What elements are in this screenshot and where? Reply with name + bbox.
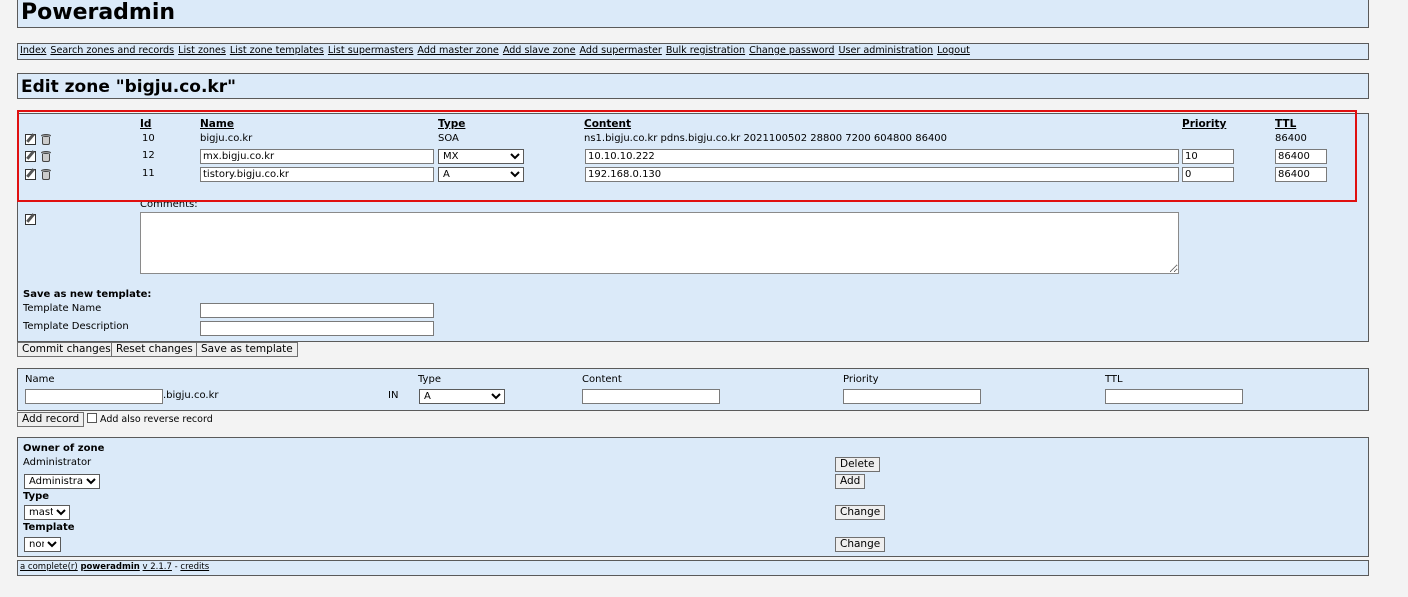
reset-changes-button[interactable]: Reset changes [111,342,198,357]
menu-add-master-zone[interactable]: Add master zone [417,45,498,56]
record-content: ns1.bigju.co.kr pdns.bigju.co.kr 2021100… [584,133,948,144]
template-name-input[interactable] [200,303,434,318]
add-priority-label: Priority [843,374,879,385]
menu-change-password[interactable]: Change password [749,45,834,56]
reverse-record-label: Add also reverse record [100,414,213,425]
owner-heading: Owner of zone [23,443,105,454]
comments-label: Comments: [140,199,198,210]
record-id: 11 [142,168,155,179]
zone-template-select[interactable]: none [24,537,61,552]
record-ttl-input[interactable] [1275,149,1327,164]
comments-textarea[interactable] [140,212,1179,274]
template-name-label: Template Name [23,303,102,314]
add-name-label: Name [25,374,55,385]
record-priority-input[interactable] [1182,149,1234,164]
add-ttl-input[interactable] [1105,389,1243,404]
menu-bulk-registration[interactable]: Bulk registration [666,45,745,56]
add-content-input[interactable] [582,389,720,404]
col-header-priority[interactable]: Priority [1182,118,1226,130]
record-class: IN [388,390,399,401]
footer-separator: - [174,562,178,572]
zone-title: Edit zone "bigju.co.kr" [21,77,236,97]
col-header-name[interactable]: Name [200,118,234,130]
menu-list-supermasters[interactable]: List supermasters [328,45,414,56]
type-heading: Type [23,491,50,502]
record-ttl: 86400 [1275,133,1307,144]
reverse-record-checkbox[interactable] [87,413,97,423]
add-name-input[interactable] [25,389,163,404]
record-name-input[interactable] [200,149,434,164]
zone-type-select[interactable]: master [24,505,70,520]
owner-select[interactable]: Administrator [24,474,100,489]
menu-index[interactable]: Index [20,45,46,56]
delete-owner-button[interactable]: Delete [835,457,880,472]
menu-add-slave-zone[interactable]: Add slave zone [503,45,576,56]
save-template-heading: Save as new template: [23,289,152,300]
col-header-ttl[interactable]: TTL [1275,118,1296,130]
add-owner-button[interactable]: Add [835,474,866,489]
record-id: 12 [142,150,155,161]
record-content-input[interactable] [585,149,1179,164]
header-panel: Poweradmin [17,0,1369,28]
change-type-button[interactable]: Change [835,505,886,520]
change-template-button[interactable]: Change [835,537,886,552]
add-record-panel: Name Type Content Priority TTL .bigju.co… [17,368,1369,411]
template-heading: Template [23,522,75,533]
footer-version[interactable]: v 2.1.7 [143,562,172,572]
add-type-select[interactable]: A [419,389,505,404]
record-ttl-input[interactable] [1275,167,1327,182]
col-header-id[interactable]: Id [140,118,151,130]
commit-changes-button[interactable]: Commit changes [17,342,116,357]
footer-complete-link[interactable]: a complete(r) [20,562,78,572]
menu-add-supermaster[interactable]: Add supermaster [580,45,662,56]
record-type-select[interactable]: A [438,167,524,182]
menu-logout[interactable]: Logout [937,45,970,56]
menu-list-zones[interactable]: List zones [178,45,226,56]
delete-record-icon[interactable] [41,151,51,162]
app-title: Poweradmin [21,0,176,25]
zone-suffix: .bigju.co.kr [163,390,219,401]
add-content-label: Content [582,374,622,385]
col-header-content[interactable]: Content [584,118,631,130]
menu-user-administration[interactable]: User administration [838,45,933,56]
edit-record-icon[interactable] [25,151,36,162]
add-priority-input[interactable] [843,389,981,404]
delete-record-icon[interactable] [41,169,51,180]
edit-record-icon[interactable] [25,134,36,145]
records-panel: Id Name Type Content Priority TTL 10 big… [17,113,1369,342]
record-name: bigju.co.kr [200,133,253,144]
footer-panel: a complete(r) poweradmin v 2.1.7 - credi… [17,560,1369,576]
edit-comment-icon[interactable] [25,214,36,225]
footer-credits-link[interactable]: credits [180,562,209,572]
save-as-template-button[interactable]: Save as template [196,342,298,357]
edit-record-icon[interactable] [25,169,36,180]
owner-name: Administrator [23,457,92,468]
template-description-input[interactable] [200,321,434,336]
template-description-label: Template Description [23,321,129,332]
delete-record-icon[interactable] [41,134,51,145]
main-menu: Index Search zones and records List zones L… [17,43,1369,60]
record-id: 10 [142,133,155,144]
zone-header-panel: Edit zone "bigju.co.kr" [17,73,1369,99]
record-priority-input[interactable] [1182,167,1234,182]
add-record-button[interactable]: Add record [17,412,85,427]
record-type: SOA [438,133,459,144]
record-name-input[interactable] [200,167,434,182]
menu-list-zone-templates[interactable]: List zone templates [230,45,324,56]
add-type-label: Type [418,374,441,385]
menu-search-zones[interactable]: Search zones and records [50,45,174,56]
owner-panel: Owner of zone Administrator Administrato… [17,437,1369,557]
record-content-input[interactable] [585,167,1179,182]
footer-poweradmin-link[interactable]: poweradmin [80,562,139,572]
col-header-type[interactable]: Type [438,118,465,130]
record-type-select[interactable]: MX [438,149,524,164]
add-ttl-label: TTL [1105,374,1123,385]
